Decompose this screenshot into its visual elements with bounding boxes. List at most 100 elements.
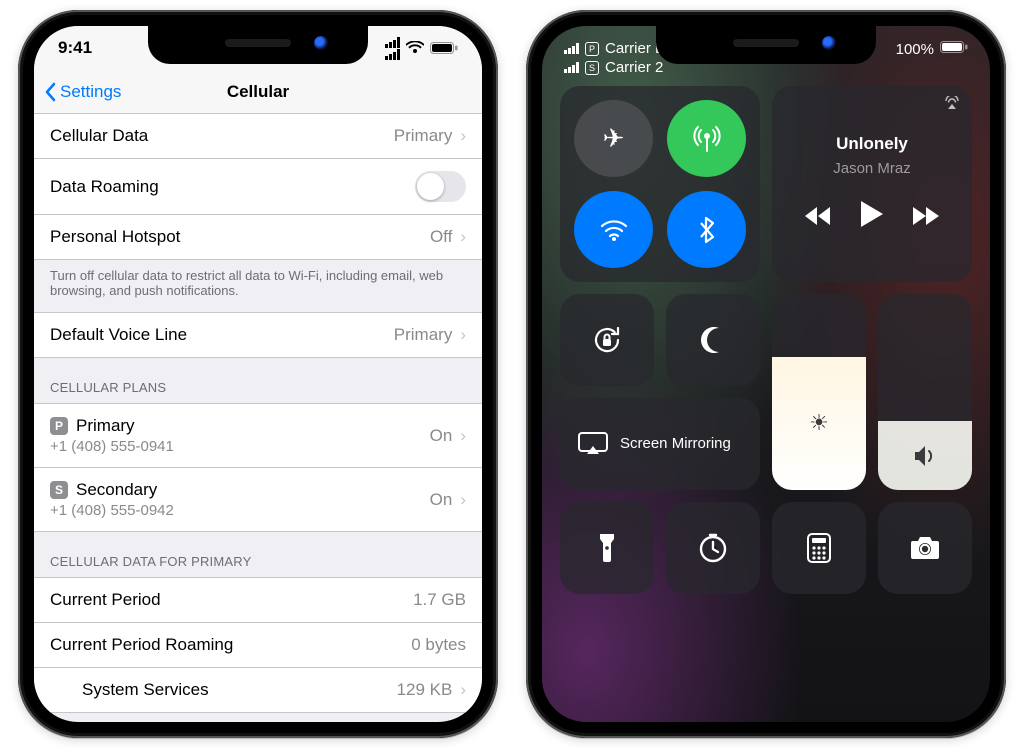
camera-button[interactable]	[878, 502, 972, 594]
plan-state: On	[430, 426, 453, 446]
airplay-audio-icon	[944, 96, 960, 113]
status-line-secondary: S Carrier 2	[564, 59, 681, 76]
play-icon	[861, 201, 883, 227]
wifi-toggle[interactable]	[574, 191, 653, 268]
cell-label: Current Period Roaming	[50, 635, 233, 655]
iphone-right: P Carrier LTE S Carrier 2 100%	[526, 10, 1006, 738]
cellular-antenna-toggle[interactable]	[667, 100, 746, 177]
flashlight-button[interactable]	[560, 502, 654, 594]
plan-number: +1 (408) 555-0941	[50, 438, 174, 455]
chevron-right-icon: ›	[460, 325, 466, 345]
page-title: Cellular	[227, 82, 289, 102]
signal-secondary-icon	[564, 62, 579, 73]
battery-icon	[940, 40, 968, 58]
moon-icon	[699, 326, 727, 354]
connectivity-module: ✈︎	[560, 86, 760, 282]
wifi-icon	[600, 219, 628, 241]
screen-mirroring-label: Screen Mirroring	[620, 435, 731, 452]
antenna-icon	[693, 125, 721, 153]
fast-forward-icon	[913, 207, 939, 225]
bluetooth-toggle[interactable]	[667, 191, 746, 268]
cell-current-period-roaming: Current Period Roaming 0 bytes	[34, 623, 482, 668]
plan-name-row: S Secondary	[50, 480, 174, 500]
cell-value: Primary	[394, 126, 453, 146]
orientation-lock-icon	[591, 324, 623, 356]
cell-value: Off	[430, 227, 452, 247]
cell-cellular-data[interactable]: Cellular Data Primary ›	[34, 114, 482, 159]
signal-primary-icon	[564, 43, 579, 54]
plan-name: Primary	[76, 416, 135, 436]
next-track-button[interactable]	[913, 204, 939, 232]
plan-badge-s-icon: S	[50, 481, 68, 499]
timer-icon	[698, 533, 728, 563]
cell-default-voice-line[interactable]: Default Voice Line Primary ›	[34, 312, 482, 358]
cell-label: Personal Hotspot	[50, 227, 180, 247]
cell-value: Primary	[394, 325, 453, 345]
chevron-right-icon: ›	[460, 680, 466, 700]
carrier-label: Carrier 2	[605, 59, 663, 76]
timer-button[interactable]	[666, 502, 760, 594]
camera-icon	[909, 535, 941, 561]
cell-label: Default Voice Line	[50, 325, 187, 345]
navbar: Settings Cellular	[34, 70, 482, 114]
plan-name: Secondary	[76, 480, 157, 500]
cell-plan-secondary[interactable]: S Secondary +1 (408) 555-0942 On ›	[34, 468, 482, 532]
notch	[148, 26, 368, 64]
media-artist: Jason Mraz	[833, 160, 911, 177]
screen-mirroring-icon	[578, 432, 608, 456]
screen-mirroring-button[interactable]: Screen Mirroring	[560, 398, 760, 490]
brightness-slider[interactable]: ☀︎	[772, 294, 866, 490]
plan-badge-p-icon: P	[585, 42, 599, 56]
battery-icon	[430, 41, 458, 55]
cell-label: Cellular Data	[50, 126, 148, 146]
cell-data-roaming[interactable]: Data Roaming	[34, 159, 482, 215]
cell-label: System Services	[82, 680, 209, 700]
plan-name-row: P Primary	[50, 416, 174, 436]
bluetooth-icon	[698, 216, 716, 244]
media-title: Unlonely	[836, 134, 908, 154]
cell-value: 129 KB	[397, 680, 453, 700]
airplane-mode-toggle[interactable]: ✈︎	[574, 100, 653, 177]
chevron-right-icon: ›	[460, 490, 466, 510]
orientation-lock-toggle[interactable]	[560, 294, 654, 386]
signal-primary-icon	[385, 37, 400, 48]
chevron-left-icon	[44, 82, 56, 102]
play-button[interactable]	[861, 201, 883, 234]
flashlight-icon	[598, 532, 616, 564]
section-cellular-data-for-primary: CELLULAR DATA FOR PRIMARY	[34, 532, 482, 577]
cell-current-period: Current Period 1.7 GB	[34, 577, 482, 623]
media-module[interactable]: Unlonely Jason Mraz	[772, 86, 972, 282]
volume-slider[interactable]	[878, 294, 972, 490]
cell-value: 0 bytes	[411, 635, 466, 655]
cell-label: Current Period	[50, 590, 161, 610]
speaker-icon	[913, 445, 937, 467]
chevron-right-icon: ›	[460, 126, 466, 146]
footer-note: Turn off cellular data to restrict all d…	[34, 260, 482, 312]
sun-icon: ☀︎	[809, 410, 829, 436]
calculator-button[interactable]	[772, 502, 866, 594]
iphone-left: 9:41 Setting	[18, 10, 498, 738]
plan-badge-p-icon: P	[50, 417, 68, 435]
section-cellular-plans: CELLULAR PLANS	[34, 358, 482, 403]
plan-number: +1 (408) 555-0942	[50, 502, 174, 519]
chevron-right-icon: ›	[460, 227, 466, 247]
plan-state: On	[430, 490, 453, 510]
rewind-icon	[805, 207, 831, 225]
clock: 9:41	[58, 38, 92, 58]
chevron-right-icon: ›	[460, 426, 466, 446]
back-button[interactable]: Settings	[44, 70, 121, 114]
notch	[656, 26, 876, 64]
battery-percent: 100%	[896, 41, 934, 58]
switch-data-roaming[interactable]	[415, 171, 466, 202]
cell-plan-primary[interactable]: P Primary +1 (408) 555-0941 On ›	[34, 403, 482, 468]
cell-value: 1.7 GB	[413, 590, 466, 610]
airplane-icon: ✈︎	[603, 123, 625, 154]
signal-secondary-icon	[385, 49, 400, 60]
cell-label: Data Roaming	[50, 177, 159, 197]
plan-badge-s-icon: S	[585, 61, 599, 75]
calculator-icon	[807, 533, 831, 563]
cell-personal-hotspot[interactable]: Personal Hotspot Off ›	[34, 215, 482, 260]
previous-track-button[interactable]	[805, 204, 831, 232]
cell-system-services[interactable]: System Services 129 KB ›	[34, 668, 482, 713]
do-not-disturb-toggle[interactable]	[666, 294, 760, 386]
